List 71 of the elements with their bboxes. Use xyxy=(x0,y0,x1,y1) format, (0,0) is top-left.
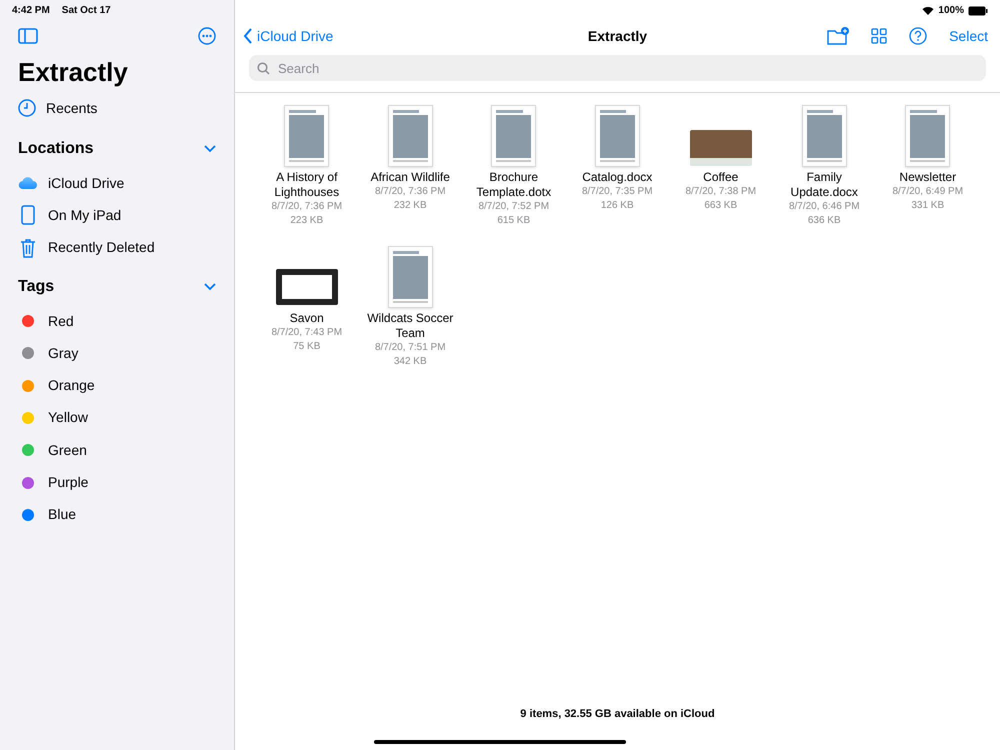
file-size: 615 KB xyxy=(497,214,530,228)
file-date: 8/7/20, 7:38 PM xyxy=(685,185,756,199)
sidebar-item[interactable]: Recents xyxy=(46,98,98,118)
file-name[interactable]: Newsletter xyxy=(878,170,978,185)
toolbar-title: Extractly xyxy=(586,26,648,46)
wifi-icon xyxy=(922,6,934,15)
cloud-icon xyxy=(18,176,38,190)
file-size: 75 KB xyxy=(293,340,320,354)
file-date: 8/7/20, 7:51 PM xyxy=(374,341,446,355)
file-date: 8/7/20, 7:52 PM xyxy=(478,200,550,214)
document-thumbnail[interactable] xyxy=(905,105,950,167)
sidebar-item[interactable]: On My iPad xyxy=(48,204,122,226)
file-date: 8/7/20, 7:36 PM xyxy=(271,200,342,214)
sidebar-item[interactable]: Red xyxy=(48,310,74,332)
sidebar-item[interactable]: Blue xyxy=(48,504,76,526)
new-folder-icon[interactable] xyxy=(827,27,850,45)
file-date: 8/7/20, 7:35 PM xyxy=(582,185,653,199)
sidebar-item[interactable]: Recently Deleted xyxy=(48,237,155,258)
photo-placeholder[interactable] xyxy=(690,130,752,166)
search-field[interactable]: Search xyxy=(249,55,986,81)
file-date: 8/7/20, 6:46 PM xyxy=(788,200,860,214)
battery-percentage: 100% xyxy=(938,4,964,18)
document-thumbnail[interactable] xyxy=(491,105,536,167)
sidebar-item[interactable]: Purple xyxy=(48,472,88,494)
file-name[interactable]: African Wildlife xyxy=(360,170,460,185)
frame-thumbnail[interactable] xyxy=(276,269,338,305)
help-icon[interactable] xyxy=(909,27,928,45)
trash-icon xyxy=(18,238,38,258)
select-button[interactable]: Select xyxy=(949,26,988,46)
battery-icon xyxy=(968,6,988,16)
file-date: 8/7/20, 7:43 PM xyxy=(271,326,342,340)
document-thumbnail[interactable] xyxy=(802,105,847,167)
file-size: 636 KB xyxy=(808,214,841,228)
chevron-icon[interactable] xyxy=(204,282,216,291)
more-icon[interactable] xyxy=(198,27,216,45)
sidebar-title: Extractly xyxy=(17,56,129,89)
item-count-footer: 9 items, 32.55 GB available on iCloud xyxy=(235,706,1000,722)
grid-view-icon[interactable] xyxy=(871,28,888,44)
file-size: 342 KB xyxy=(394,355,427,369)
file-name[interactable]: Wildcats Soccer Team xyxy=(360,311,460,341)
chevron-left-icon xyxy=(243,28,253,44)
status-time: 4:42 PM xyxy=(12,4,50,18)
file-name[interactable]: Brochure Template.dotx xyxy=(464,170,564,200)
document-thumbnail[interactable] xyxy=(388,105,433,167)
status-date: Sat Oct 17 xyxy=(62,4,111,18)
file-date: 8/7/20, 6:49 PM xyxy=(892,185,964,199)
file-date: 8/7/20, 7:36 PM xyxy=(374,185,446,199)
sidebar-item[interactable]: iCloud Drive xyxy=(48,172,124,194)
file-name[interactable]: Family Update.docx xyxy=(774,170,874,200)
document-thumbnail[interactable] xyxy=(284,105,330,167)
back-button[interactable]: iCloud Drive xyxy=(243,26,443,46)
document-thumbnail[interactable] xyxy=(388,246,433,308)
file-size: 663 KB xyxy=(704,199,738,213)
file-size: 331 KB xyxy=(911,199,944,213)
sidebar-item[interactable]: Yellow xyxy=(48,407,88,428)
file-size: 126 KB xyxy=(600,199,634,213)
sidebar-item[interactable]: Green xyxy=(48,440,87,461)
sidebar-toggle-icon[interactable] xyxy=(18,28,38,44)
file-name[interactable]: Savon xyxy=(256,311,357,326)
sidebar-item[interactable]: Gray xyxy=(48,342,78,364)
chevron-icon[interactable] xyxy=(204,145,216,153)
document-thumbnail[interactable] xyxy=(594,105,640,167)
file-name[interactable]: A History of Lighthouses xyxy=(256,170,357,200)
file-size: 223 KB xyxy=(290,214,324,228)
section-header[interactable]: Locations xyxy=(18,137,94,161)
section-header[interactable]: Tags xyxy=(18,274,54,299)
file-name[interactable]: Coffee xyxy=(670,170,771,185)
sidebar-item[interactable]: Orange xyxy=(48,375,95,396)
clock-icon xyxy=(18,99,36,117)
file-name[interactable]: Catalog.docx xyxy=(567,170,668,185)
file-size: 232 KB xyxy=(394,199,427,213)
